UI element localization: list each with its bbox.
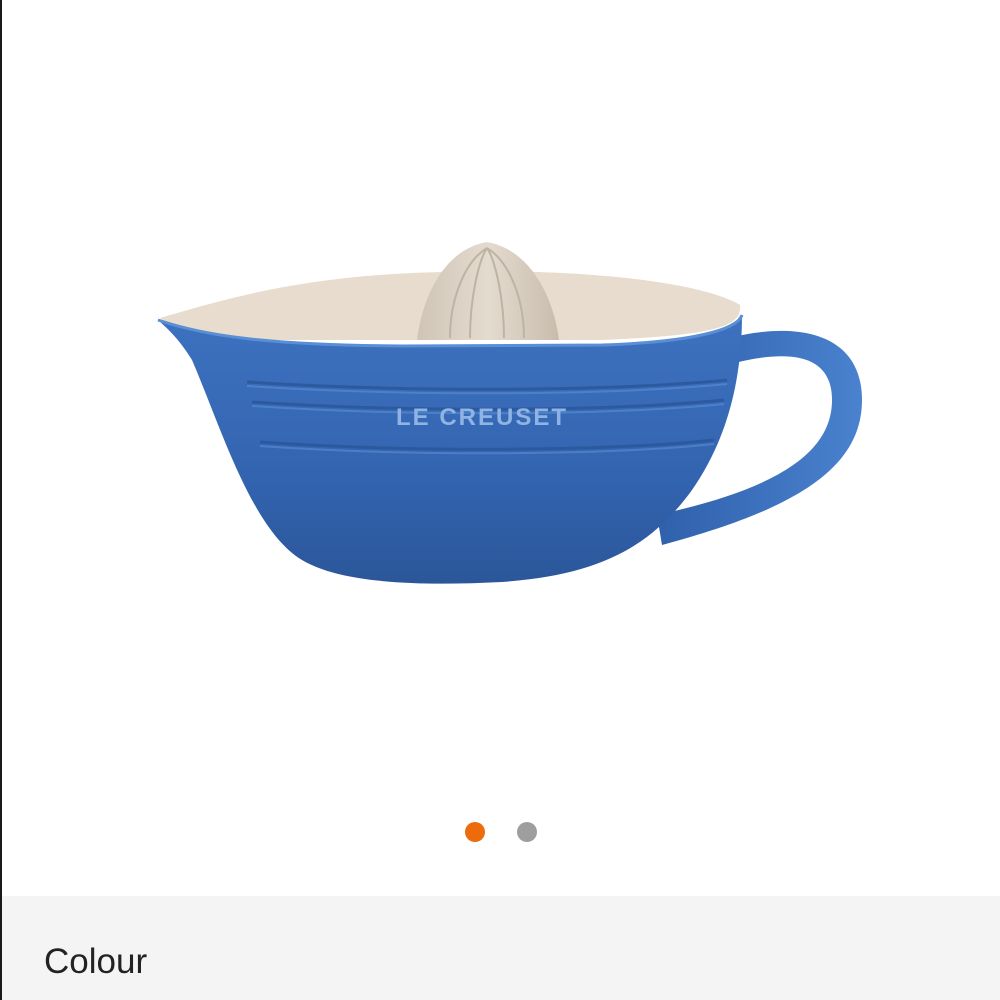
product-page: LE CREUSET Colour (0, 0, 1000, 1000)
colour-label: Colour (44, 942, 148, 981)
image-pager (2, 822, 1000, 842)
product-image (157, 242, 862, 584)
product-options (2, 896, 1000, 1000)
pager-dot-2[interactable] (517, 822, 537, 842)
reamer (417, 242, 559, 340)
brand-emboss: LE CREUSET (395, 404, 568, 431)
pager-dot-1[interactable] (465, 822, 485, 842)
product-image-gallery[interactable]: LE CREUSET (2, 0, 1000, 896)
